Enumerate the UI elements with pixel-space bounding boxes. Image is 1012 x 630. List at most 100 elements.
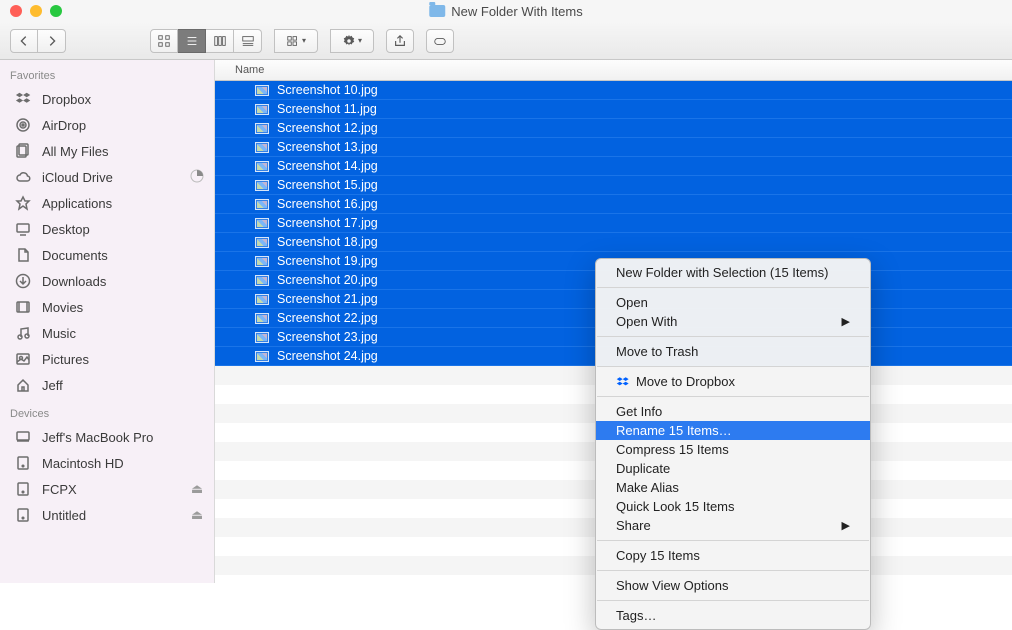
file-area: Name Screenshot 10.jpg Screenshot 11.jpg S…: [215, 60, 1012, 583]
file-row[interactable]: Screenshot 13.jpg: [215, 138, 1012, 157]
eject-icon[interactable]: ⏏: [190, 507, 204, 523]
minimize-window-button[interactable]: [30, 5, 42, 17]
column-view-button[interactable]: [206, 29, 234, 53]
menu-item[interactable]: Get Info: [596, 402, 870, 421]
file-name: Screenshot 13.jpg: [277, 140, 378, 154]
devices-header: Devices: [0, 398, 214, 424]
menu-item[interactable]: Move to Trash: [596, 342, 870, 361]
sidebar-item[interactable]: FCPX⏏: [0, 476, 214, 502]
menu-item-label: Copy 15 Items: [616, 548, 700, 563]
sidebar-item[interactable]: iCloud Drive: [0, 164, 214, 190]
sidebar-item-label: Music: [42, 326, 76, 341]
sidebar-item[interactable]: Jeff's MacBook Pro: [0, 424, 214, 450]
forward-button[interactable]: [38, 29, 66, 53]
menu-item-label: Make Alias: [616, 480, 679, 495]
image-file-icon: [255, 313, 269, 324]
sidebar-item[interactable]: Applications: [0, 190, 214, 216]
image-file-icon: [255, 237, 269, 248]
sidebar-item[interactable]: Dropbox: [0, 86, 214, 112]
file-name: Screenshot 12.jpg: [277, 121, 378, 135]
menu-separator: [597, 600, 869, 601]
sidebar-item[interactable]: Untitled ⏏: [0, 502, 214, 528]
menu-item[interactable]: Duplicate: [596, 459, 870, 478]
disk-icon: [14, 506, 32, 524]
image-file-icon: [255, 218, 269, 229]
menu-item[interactable]: Tags…: [596, 606, 870, 625]
sidebar-item[interactable]: Music: [0, 320, 214, 346]
share-button[interactable]: [386, 29, 414, 53]
menu-item[interactable]: Make Alias: [596, 478, 870, 497]
file-name: Screenshot 11.jpg: [277, 102, 377, 116]
sidebar-item-label: Untitled: [42, 508, 86, 523]
eject-icon[interactable]: ⏏: [190, 481, 204, 497]
sidebar-item[interactable]: Desktop: [0, 216, 214, 242]
file-name: Screenshot 23.jpg: [277, 330, 378, 344]
image-file-icon: [255, 161, 269, 172]
sidebar-item-label: iCloud Drive: [42, 170, 113, 185]
arrange-button-group: ▾: [274, 29, 318, 53]
downloads-icon: [14, 272, 32, 290]
icon-view-button[interactable]: [150, 29, 178, 53]
file-name: Screenshot 20.jpg: [277, 273, 378, 287]
image-file-icon: [255, 256, 269, 267]
window-title: New Folder With Items: [429, 4, 582, 19]
menu-item-label: Open: [616, 295, 648, 310]
menu-item[interactable]: Compress 15 Items: [596, 440, 870, 459]
list-view-button[interactable]: [178, 29, 206, 53]
close-window-button[interactable]: [10, 5, 22, 17]
sidebar-item[interactable]: All My Files: [0, 138, 214, 164]
traffic-lights: [0, 5, 62, 17]
arrange-button[interactable]: ▾: [274, 29, 318, 53]
column-header[interactable]: Name: [215, 60, 1012, 81]
file-name: Screenshot 17.jpg: [277, 216, 378, 230]
sidebar-item[interactable]: Movies: [0, 294, 214, 320]
sidebar-item[interactable]: Pictures: [0, 346, 214, 372]
menu-item[interactable]: Open: [596, 293, 870, 312]
favorites-header: Favorites: [0, 60, 214, 86]
menu-item[interactable]: New Folder with Selection (15 Items): [596, 263, 870, 282]
sidebar-item[interactable]: Macintosh HD: [0, 450, 214, 476]
file-name: Screenshot 15.jpg: [277, 178, 378, 192]
file-row[interactable]: Screenshot 18.jpg: [215, 233, 1012, 252]
image-file-icon: [255, 123, 269, 134]
menu-item[interactable]: Show View Options: [596, 576, 870, 595]
menu-item[interactable]: Share▶: [596, 516, 870, 535]
back-button[interactable]: [10, 29, 38, 53]
maximize-window-button[interactable]: [50, 5, 62, 17]
menu-separator: [597, 336, 869, 337]
cloud-icon: [14, 168, 32, 186]
file-row[interactable]: Screenshot 14.jpg: [215, 157, 1012, 176]
movies-icon: [14, 298, 32, 316]
file-row[interactable]: Screenshot 12.jpg: [215, 119, 1012, 138]
sidebar-item[interactable]: AirDrop: [0, 112, 214, 138]
sidebar-item-label: Desktop: [42, 222, 90, 237]
menu-item[interactable]: Rename 15 Items…: [596, 421, 870, 440]
window-title-text: New Folder With Items: [451, 4, 582, 19]
file-row[interactable]: Screenshot 15.jpg: [215, 176, 1012, 195]
chevron-down-icon: ▾: [302, 36, 306, 45]
sidebar-item[interactable]: Documents: [0, 242, 214, 268]
file-row[interactable]: Screenshot 17.jpg: [215, 214, 1012, 233]
sidebar-item[interactable]: Downloads: [0, 268, 214, 294]
menu-item-label: Show View Options: [616, 578, 729, 593]
menu-item[interactable]: Move to Dropbox: [596, 372, 870, 391]
sidebar-item[interactable]: Jeff: [0, 372, 214, 398]
sidebar-item-label: Downloads: [42, 274, 106, 289]
action-button[interactable]: ▾: [330, 29, 374, 53]
folder-icon: [429, 5, 445, 17]
image-file-icon: [255, 332, 269, 343]
image-file-icon: [255, 294, 269, 305]
chevron-down-icon: ▾: [358, 36, 362, 45]
tags-button[interactable]: [426, 29, 454, 53]
menu-item[interactable]: Copy 15 Items: [596, 546, 870, 565]
coverflow-view-button[interactable]: [234, 29, 262, 53]
menu-item[interactable]: Open With▶: [596, 312, 870, 331]
file-row[interactable]: Screenshot 11.jpg: [215, 100, 1012, 119]
file-row[interactable]: Screenshot 10.jpg: [215, 81, 1012, 100]
dropbox-icon: [14, 90, 32, 108]
menu-item[interactable]: Quick Look 15 Items: [596, 497, 870, 516]
file-row[interactable]: Screenshot 16.jpg: [215, 195, 1012, 214]
menu-item-label: Tags…: [616, 608, 656, 623]
file-name: Screenshot 19.jpg: [277, 254, 378, 268]
menu-separator: [597, 540, 869, 541]
